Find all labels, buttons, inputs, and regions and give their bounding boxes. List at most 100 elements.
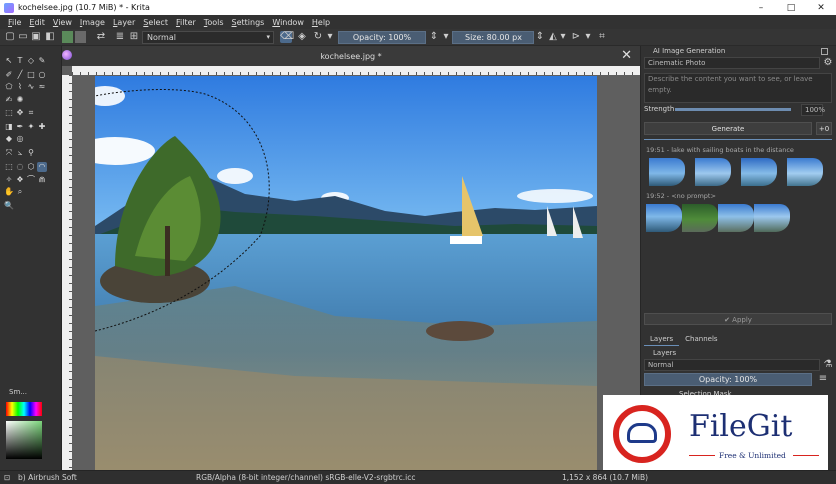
- float-docker-icon[interactable]: [821, 48, 828, 55]
- menu-help[interactable]: Help: [308, 18, 334, 27]
- crop-tool-icon[interactable]: ⌗: [26, 108, 36, 118]
- freehand-path-tool-icon[interactable]: ≈: [37, 82, 47, 92]
- fill-tool-icon[interactable]: ◆: [4, 134, 14, 144]
- tab-layers[interactable]: Layers: [644, 333, 680, 346]
- layer-menu-icon[interactable]: ≡: [817, 373, 829, 385]
- chevron-down-icon[interactable]: ▾: [582, 31, 594, 43]
- menu-select[interactable]: Select: [139, 18, 172, 27]
- size-stepper[interactable]: ⇕: [534, 31, 546, 43]
- menu-image[interactable]: Image: [76, 18, 109, 27]
- hue-slider[interactable]: [6, 402, 42, 416]
- gradient-tool-icon[interactable]: ◨: [4, 122, 14, 132]
- save-document-icon[interactable]: ▣: [30, 31, 42, 43]
- brush-status-icon[interactable]: ⊡: [4, 473, 10, 482]
- generated-thumbnail[interactable]: [754, 204, 790, 232]
- smart-patch-tool-icon[interactable]: ✚: [37, 122, 47, 132]
- opacity-stepper[interactable]: ⇕: [428, 31, 440, 43]
- rect-select-tool-icon[interactable]: ⬚: [4, 162, 14, 172]
- generated-thumbnail[interactable]: [682, 204, 718, 232]
- contiguous-select-tool-icon[interactable]: ✧: [4, 175, 14, 185]
- open-document-icon[interactable]: ▭: [17, 31, 29, 43]
- chevron-down-icon[interactable]: ▾: [557, 31, 569, 43]
- crop-icon[interactable]: ⌗: [596, 31, 608, 43]
- move-tool-icon[interactable]: ✥: [15, 108, 25, 118]
- canvas-image[interactable]: [95, 76, 597, 470]
- brush-tool-icon[interactable]: ✐: [4, 70, 14, 80]
- edit-brush-settings-icon[interactable]: ≣: [114, 31, 126, 43]
- select-shapes-tool-icon[interactable]: ↖: [4, 56, 14, 66]
- polygon-select-tool-icon[interactable]: ⬡: [26, 162, 36, 172]
- gear-icon[interactable]: ⚙: [822, 57, 834, 69]
- zoom-in-tool-icon[interactable]: 🔍: [4, 201, 14, 211]
- apply-button[interactable]: ✔ Apply: [644, 313, 832, 325]
- prompt-input[interactable]: Describe the content you want to see, or…: [644, 73, 832, 103]
- document-tab[interactable]: kochelsee.jpg * ✕: [62, 46, 640, 66]
- menu-filter[interactable]: Filter: [172, 18, 200, 27]
- line-tool-icon[interactable]: ╱: [15, 70, 25, 80]
- style-select[interactable]: Cinematic Photo: [644, 57, 820, 69]
- measure-tool-icon[interactable]: ⦣: [15, 148, 25, 158]
- generate-button[interactable]: Generate: [644, 122, 812, 135]
- multibrush-tool-icon[interactable]: ✺: [15, 95, 25, 105]
- menu-window[interactable]: Window: [268, 18, 308, 27]
- layer-filter-icon[interactable]: ⚗: [822, 359, 834, 371]
- size-slider[interactable]: Size: 80.00 px: [452, 31, 534, 44]
- generated-thumbnail[interactable]: [649, 158, 685, 186]
- tab-channels[interactable]: Channels: [679, 333, 723, 346]
- ellipse-select-tool-icon[interactable]: ◌: [15, 162, 25, 172]
- new-document-icon[interactable]: ▢: [4, 31, 16, 43]
- menu-edit[interactable]: Edit: [25, 18, 49, 27]
- mirror-vertical-icon[interactable]: ⊳: [570, 31, 582, 43]
- polygon-tool-icon[interactable]: ⬠: [4, 82, 14, 92]
- magnetic-select-tool-icon[interactable]: ⋒: [37, 175, 47, 185]
- menu-settings[interactable]: Settings: [228, 18, 269, 27]
- brush-presets-icon[interactable]: ⊞: [128, 31, 140, 43]
- preserve-alpha-icon[interactable]: ◈: [296, 31, 308, 43]
- text-tool-icon[interactable]: T: [15, 56, 25, 66]
- colorize-mask-tool-icon[interactable]: ✦: [26, 122, 36, 132]
- chevron-down-icon[interactable]: ▾: [324, 31, 336, 43]
- eraser-mode-icon[interactable]: ⌫: [280, 31, 294, 43]
- calligraphy-tool-icon[interactable]: ✎: [37, 56, 47, 66]
- enclose-fill-tool-icon[interactable]: ◎: [15, 134, 25, 144]
- swap-colors-icon[interactable]: ⇄: [95, 31, 107, 43]
- minimize-button[interactable]: –: [746, 0, 776, 15]
- ellipse-tool-icon[interactable]: ○: [37, 70, 47, 80]
- freehand-select-tool-icon[interactable]: ◠: [37, 162, 47, 172]
- chevron-down-icon[interactable]: ▾: [440, 31, 452, 43]
- blend-mode-select[interactable]: Normal ▾: [142, 31, 274, 44]
- generated-thumbnail[interactable]: [646, 204, 682, 232]
- opacity-slider[interactable]: Opacity: 100%: [338, 31, 426, 44]
- strength-value[interactable]: 100%: [801, 104, 825, 116]
- pattern-swatch[interactable]: [62, 31, 73, 43]
- generated-thumbnail[interactable]: [741, 158, 777, 186]
- saturation-value-picker[interactable]: [6, 421, 42, 459]
- close-window-button[interactable]: ✕: [806, 0, 836, 15]
- menu-tools[interactable]: Tools: [200, 18, 228, 27]
- close-document-button[interactable]: ✕: [621, 48, 632, 63]
- dynamic-brush-tool-icon[interactable]: ✍: [4, 95, 14, 105]
- menu-layer[interactable]: Layer: [109, 18, 139, 27]
- polyline-tool-icon[interactable]: ⌇: [15, 82, 25, 92]
- generated-thumbnail[interactable]: [718, 204, 754, 232]
- generated-thumbnail[interactable]: [787, 158, 823, 186]
- bezier-select-tool-icon[interactable]: ⌒: [26, 175, 36, 185]
- generated-thumbnail[interactable]: [695, 158, 731, 186]
- foreground-swatch[interactable]: [75, 31, 86, 43]
- zoom-tool-icon[interactable]: ⌕: [15, 187, 25, 197]
- edit-shapes-tool-icon[interactable]: ◇: [26, 56, 36, 66]
- strength-slider[interactable]: [675, 108, 791, 111]
- transform-tool-icon[interactable]: ⬚: [4, 108, 14, 118]
- rectangle-tool-icon[interactable]: □: [26, 70, 36, 80]
- layer-opacity-slider[interactable]: Opacity: 100%: [644, 373, 812, 386]
- menu-view[interactable]: View: [49, 18, 76, 27]
- bezier-tool-icon[interactable]: ∿: [26, 82, 36, 92]
- color-picker-tool-icon[interactable]: ✒: [15, 122, 25, 132]
- reload-preset-icon[interactable]: ↻: [312, 31, 324, 43]
- pan-tool-icon[interactable]: ✋: [4, 187, 14, 197]
- gradient-icon[interactable]: ◧: [44, 31, 56, 43]
- similar-select-tool-icon[interactable]: ❖: [15, 175, 25, 185]
- menu-file[interactable]: File: [4, 18, 25, 27]
- reference-tool-icon[interactable]: ⚲: [26, 148, 36, 158]
- maximize-button[interactable]: □: [776, 0, 806, 15]
